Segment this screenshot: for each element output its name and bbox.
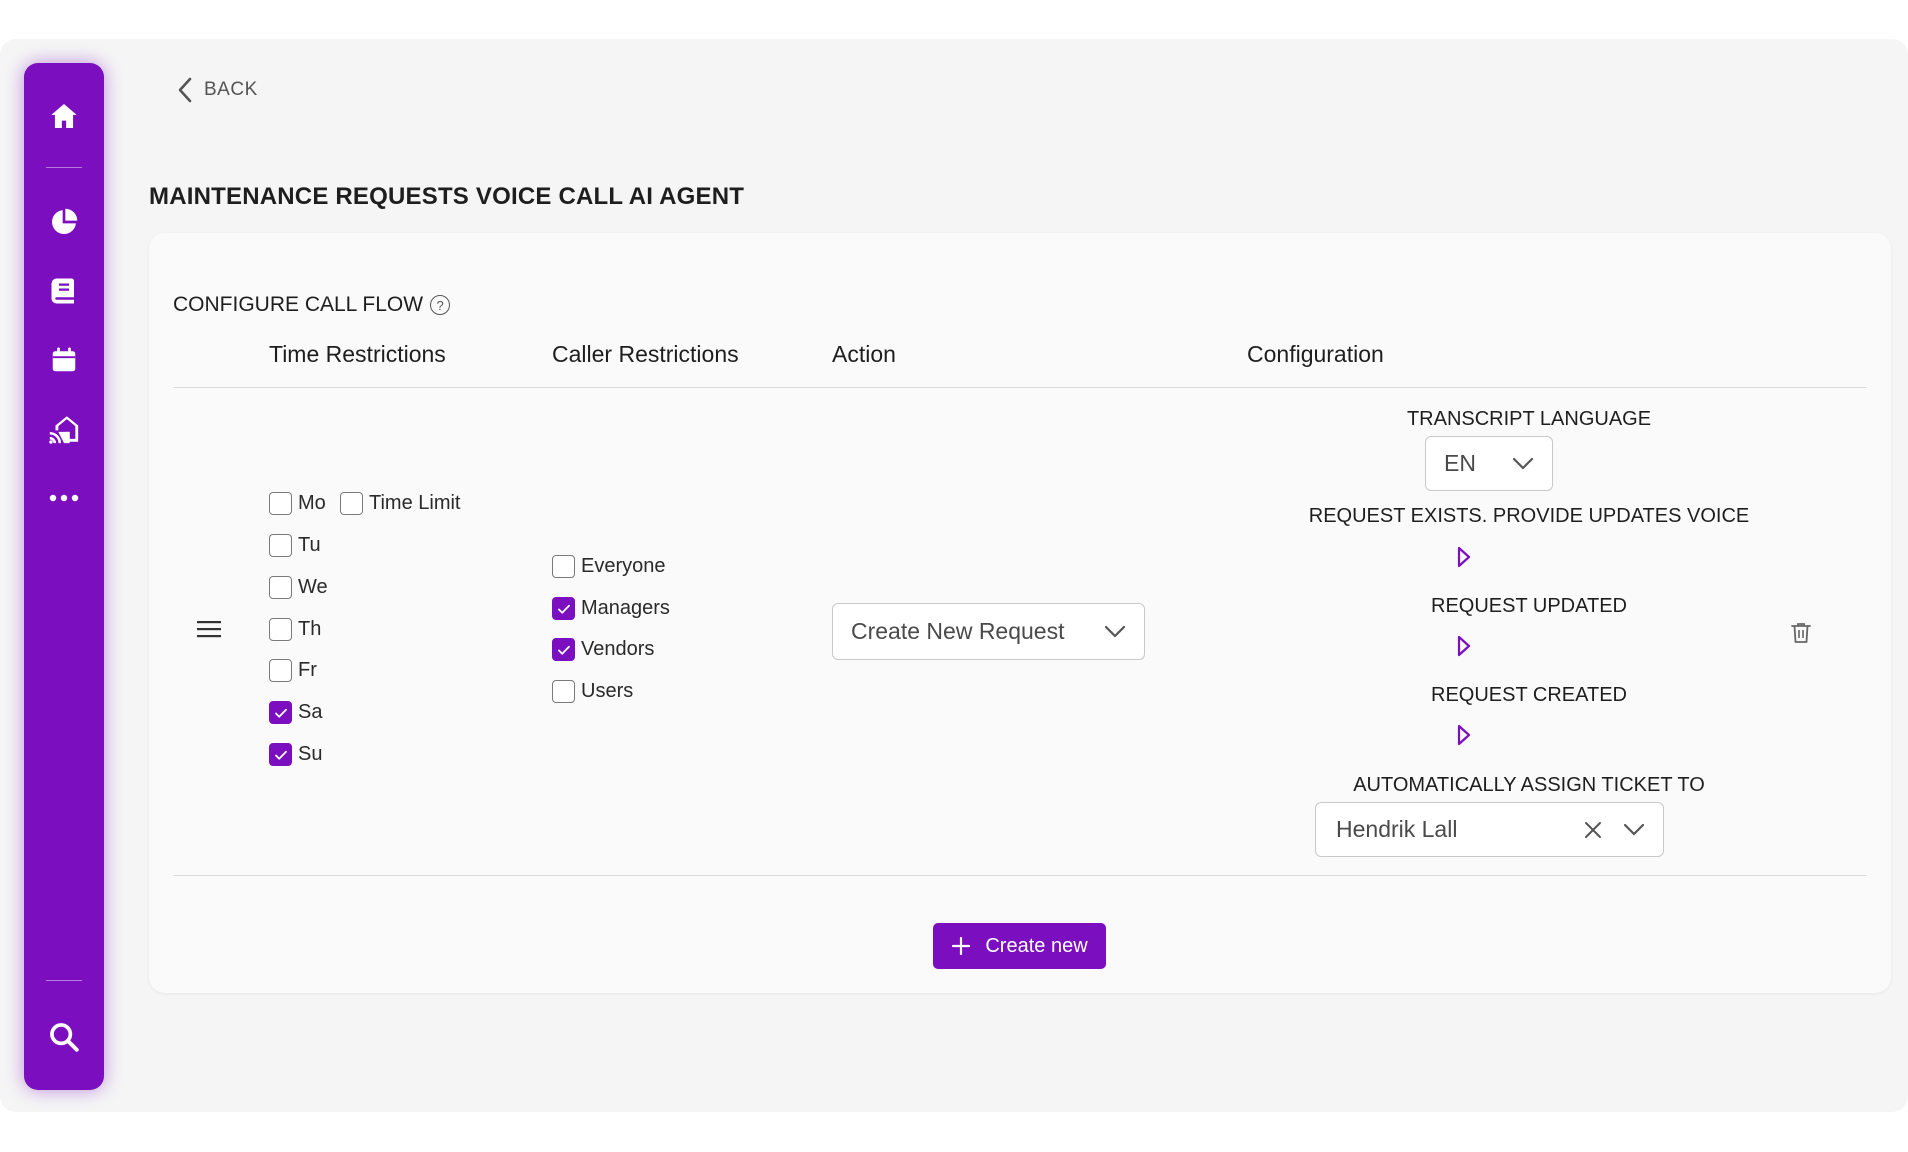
action-select-value: Create New Request (851, 618, 1065, 644)
clear-icon[interactable] (1583, 820, 1603, 840)
call-flow-card: CONFIGURE CALL FLOW ? Time Restrictions … (149, 233, 1891, 993)
day-checkbox-th[interactable]: Th (269, 618, 321, 641)
sidebar-item-dashboard[interactable] (24, 196, 104, 248)
section-title: CONFIGURE CALL FLOW ? (173, 293, 451, 317)
checkbox-checked[interactable] (269, 701, 292, 724)
transcript-language-value: EN (1444, 450, 1476, 476)
sidebar-item-smart-home[interactable] (24, 403, 104, 455)
time-limit-checkbox[interactable]: Time Limit (340, 492, 460, 515)
help-icon[interactable]: ? (430, 295, 451, 315)
checkbox[interactable] (269, 492, 292, 515)
day-label: Su (298, 743, 323, 765)
create-new-button[interactable]: Create new (933, 923, 1106, 969)
play-icon (1457, 724, 1471, 746)
chevron-down-icon (1512, 457, 1534, 470)
drag-handle[interactable] (196, 618, 222, 645)
checkbox-checked[interactable] (269, 743, 292, 766)
document-icon (51, 278, 74, 304)
delete-row-button[interactable] (1790, 621, 1812, 650)
column-header-configuration: Configuration (1247, 341, 1384, 367)
caller-checkbox-users[interactable]: Users (552, 680, 633, 703)
chevron-left-icon (178, 77, 192, 103)
sidebar-item-documents[interactable] (24, 265, 104, 317)
checkbox[interactable] (552, 555, 575, 578)
sidebar-separator-bottom (46, 980, 82, 981)
day-checkbox-fr[interactable]: Fr (269, 659, 317, 682)
column-header-time: Time Restrictions (269, 341, 446, 367)
chevron-down-icon (1104, 625, 1126, 638)
column-header-caller: Caller Restrictions (552, 341, 739, 367)
trash-icon (1791, 623, 1811, 643)
day-checkbox-su[interactable]: Su (269, 743, 322, 766)
caller-checkbox-everyone[interactable]: Everyone (552, 555, 666, 578)
day-checkbox-sa[interactable]: Sa (269, 701, 322, 724)
play-button-request-exists[interactable] (1456, 545, 1472, 574)
checkbox[interactable] (552, 680, 575, 703)
time-limit-label: Time Limit (369, 492, 461, 514)
play-button-request-created[interactable] (1456, 723, 1472, 752)
section-title-text: CONFIGURE CALL FLOW (173, 293, 424, 316)
day-checkbox-we[interactable]: We (269, 576, 328, 599)
day-label: Th (298, 618, 322, 640)
caller-label: Users (581, 680, 634, 702)
play-icon (1457, 546, 1471, 568)
transcript-language-select[interactable]: EN (1425, 436, 1553, 491)
checkbox[interactable] (269, 534, 292, 557)
transcript-language-label: TRANSCRIPT LANGUAGE (1406, 408, 1652, 430)
checkbox[interactable] (269, 659, 292, 682)
sidebar-item-calendar[interactable] (24, 334, 104, 386)
sidebar-separator (46, 167, 82, 168)
assign-ticket-value: Hendrik Lall (1336, 816, 1458, 842)
more-icon (49, 494, 79, 502)
play-icon (1457, 635, 1471, 657)
search-icon (50, 1023, 79, 1052)
home-icon (51, 104, 77, 128)
day-checkbox-tu[interactable]: Tu (269, 534, 321, 557)
menu-icon (197, 621, 221, 638)
action-select[interactable]: Create New Request (832, 603, 1145, 660)
check-icon (557, 645, 570, 655)
assign-ticket-select[interactable]: Hendrik Lall (1315, 802, 1664, 857)
chevron-down-icon (1623, 823, 1645, 836)
caller-label: Everyone (581, 555, 666, 577)
day-label: Sa (298, 701, 323, 723)
sidebar-item-home[interactable] (24, 90, 104, 142)
checkbox[interactable] (269, 618, 292, 641)
sidebar (24, 63, 104, 1090)
voice-label-request-updated: REQUEST UPDATED (1431, 595, 1627, 617)
plus-icon (952, 936, 971, 956)
day-label: Fr (298, 659, 317, 681)
voice-label-request-created: REQUEST CREATED (1431, 684, 1627, 706)
pie-chart-icon (52, 208, 78, 234)
day-label: Tu (298, 534, 321, 556)
calendar-icon (52, 347, 76, 372)
column-header-action: Action (832, 341, 896, 367)
checkbox-checked[interactable] (552, 597, 575, 620)
caller-checkbox-managers[interactable]: Managers (552, 597, 670, 620)
create-new-label: Create new (985, 934, 1088, 957)
checkbox[interactable] (269, 576, 292, 599)
caller-checkbox-vendors[interactable]: Vendors (552, 638, 654, 661)
smart-home-icon (49, 416, 79, 444)
day-checkbox-mo[interactable]: Mo (269, 492, 326, 515)
sidebar-search-button[interactable] (24, 1011, 104, 1063)
page-title: MAINTENANCE REQUESTS VOICE CALL AI AGENT (149, 183, 745, 210)
day-label: We (298, 576, 328, 598)
back-label: BACK (204, 79, 258, 100)
sidebar-item-more[interactable] (24, 472, 104, 524)
check-icon (274, 708, 287, 718)
play-button-request-updated[interactable] (1456, 634, 1472, 663)
caller-label: Vendors (581, 638, 655, 660)
header-divider (173, 387, 1867, 388)
assign-ticket-label: AUTOMATICALLY ASSIGN TICKET TO (1353, 774, 1705, 796)
check-icon (274, 750, 287, 760)
day-label: Mo (298, 492, 326, 514)
back-link[interactable]: BACK (176, 74, 258, 106)
voice-label-request-exists: REQUEST EXISTS. PROVIDE UPDATES VOICE (1308, 505, 1750, 527)
row-divider (173, 875, 1867, 876)
checkbox[interactable] (340, 492, 363, 515)
caller-label: Managers (581, 597, 670, 619)
check-icon (557, 604, 570, 614)
checkbox-checked[interactable] (552, 638, 575, 661)
